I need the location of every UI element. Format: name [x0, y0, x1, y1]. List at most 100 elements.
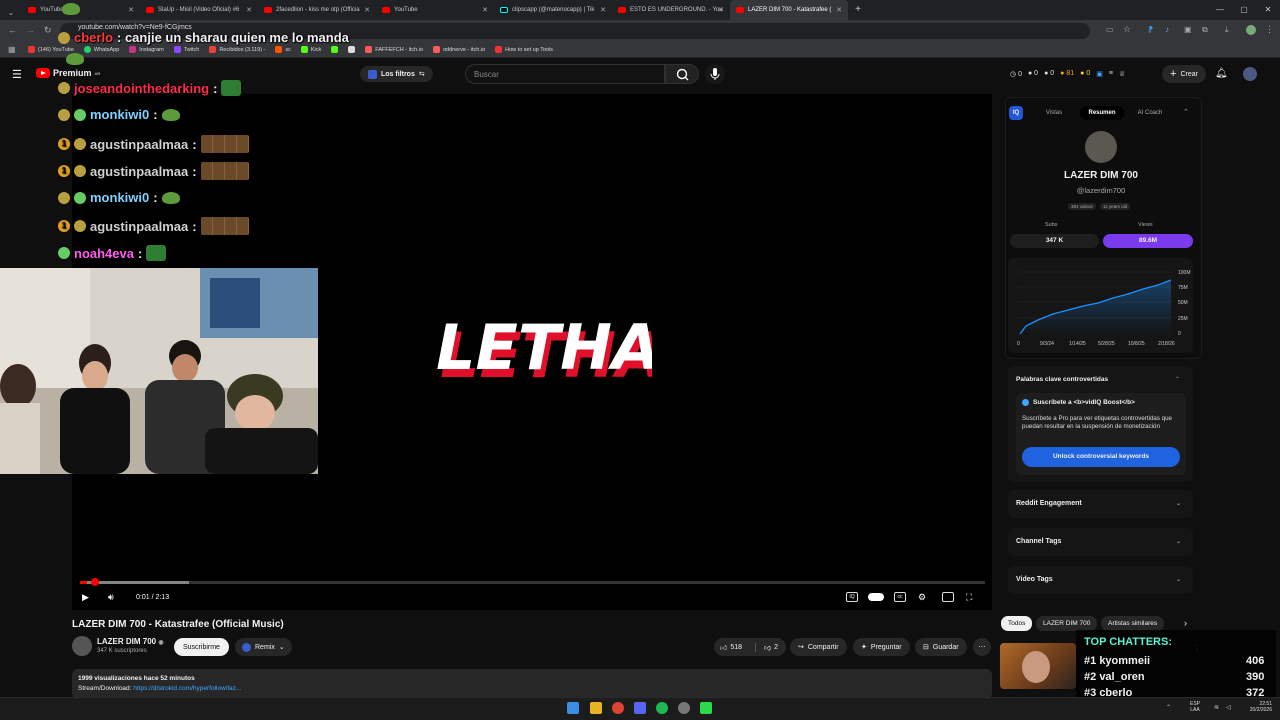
maximize-icon[interactable]: ▢ [1232, 0, 1256, 20]
trophy-icon[interactable]: ♕ [1119, 70, 1125, 78]
filters-button[interactable]: Los filtros ⇆ [360, 66, 433, 82]
bookmark-item[interactable]: sc [275, 46, 291, 53]
browser-tab[interactable]: clipscapp (@matenocapp) | Tik ✕ [494, 0, 612, 20]
wifi-icon[interactable]: ≋ [1214, 704, 1219, 711]
discord-icon[interactable] [634, 702, 646, 714]
bookmark-item[interactable] [348, 46, 356, 53]
browser-tab[interactable]: ESTO ES UNDERGROUND. - You ✕ [612, 0, 730, 20]
extension-icon[interactable]: ▣ [1184, 25, 1192, 34]
close-icon[interactable]: ✕ [718, 6, 724, 14]
kick-app-icon[interactable] [700, 702, 712, 714]
bookmark-item[interactable]: oddnerve - itch.io [432, 46, 485, 53]
bookmark-item[interactable]: How to set up Tools [495, 46, 553, 53]
file-explorer-icon[interactable] [590, 702, 602, 714]
progress-bar[interactable] [80, 578, 985, 586]
hamburger-menu-icon[interactable]: ☰ [12, 68, 22, 81]
browser-tab[interactable]: YouTube ✕ [376, 0, 494, 20]
close-icon[interactable]: ✕ [600, 6, 606, 14]
close-icon[interactable]: ✕ [482, 6, 488, 14]
chevron-up-icon[interactable]: ⌃ [1183, 108, 1189, 116]
channel-name[interactable]: LAZER DIM 700 ◉ [97, 637, 164, 646]
subscribe-button[interactable]: Suscribirme [174, 638, 229, 656]
chevron-right-icon[interactable]: › [1184, 618, 1187, 628]
bookmark-item[interactable]: Instagram [129, 46, 164, 53]
notifications-bell-icon[interactable]: 🔔︎ [1215, 68, 1228, 79]
reload-icon[interactable]: ↻ [44, 25, 52, 36]
play-button[interactable]: ▶ [82, 590, 89, 604]
tray-chevron-icon[interactable]: ⌃ [1166, 704, 1171, 711]
lines-icon[interactable]: ≡ [1109, 70, 1113, 78]
apps-grid-icon[interactable]: ▦ [8, 45, 16, 54]
channel-avatar[interactable] [72, 636, 92, 656]
create-button[interactable]: + Crear [1162, 65, 1206, 83]
chrome-icon[interactable] [612, 702, 624, 714]
bookmark-item[interactable]: Kick [300, 46, 321, 53]
extensions-puzzle-icon[interactable]: ⧉ [1202, 25, 1208, 35]
subs-stat-button[interactable]: 347 K [1010, 234, 1099, 248]
forward-icon[interactable]: → [26, 25, 35, 35]
bookmark-item[interactable]: Recibidos (3.119) - [209, 46, 265, 53]
views-stat-button[interactable]: 89.6M [1103, 234, 1193, 248]
volume-icon[interactable]: 🔊︎ [108, 590, 114, 604]
bookmark-item[interactable] [331, 46, 339, 53]
account-avatar[interactable] [1243, 67, 1257, 81]
chip-similar-artists[interactable]: Artistas similares [1101, 616, 1165, 631]
miniplayer-icon[interactable] [942, 590, 954, 604]
language-indicator[interactable]: ESP LAA [1190, 701, 1200, 713]
progress-scrubber[interactable] [90, 578, 99, 586]
menu-kebab-icon[interactable]: ⋮ [1265, 24, 1274, 35]
close-icon[interactable]: ✕ [246, 6, 252, 14]
profile-avatar[interactable] [1246, 25, 1256, 35]
downloads-icon[interactable]: ⤓ [1225, 25, 1229, 35]
extension-icon[interactable]: ♪ [1165, 25, 1169, 34]
vidiq-tab-ai-coach[interactable]: AI Coach [1128, 106, 1172, 120]
distrokid-link[interactable]: https://distrokid.com/hyperfollow/laz... [133, 685, 241, 692]
description-box[interactable]: 1999 visualizaciones hace 52 minutos Str… [72, 669, 992, 699]
new-tab-button[interactable]: + [848, 0, 868, 20]
fullscreen-icon[interactable]: ⛶ [966, 590, 972, 604]
video-tags-panel[interactable]: Video Tags ⌄ [1008, 566, 1193, 594]
minimize-icon[interactable]: — [1208, 0, 1232, 20]
dislike-button[interactable]: 👎︎ 2 [760, 643, 778, 652]
youtube-premium-logo[interactable]: Premium AR [36, 68, 100, 78]
vidiq-player-icon[interactable]: IQ [846, 590, 858, 604]
cast-icon[interactable]: ▭ [1106, 25, 1114, 34]
vidiq-badge-icon[interactable]: ▣ [1096, 70, 1103, 78]
autoplay-toggle[interactable] [868, 590, 884, 604]
voice-search-button[interactable] [705, 64, 725, 84]
tab-search-button[interactable]: ⌄ [0, 2, 22, 20]
bookmark-item[interactable]: FAFFEFCH - itch.io [365, 46, 423, 53]
vidiq-tab-resumen[interactable]: Resumen [1080, 106, 1124, 120]
bookmark-star-icon[interactable]: ☆ [1123, 24, 1131, 35]
close-icon[interactable]: ✕ [364, 6, 370, 14]
settings-gear-icon[interactable]: ⚙ [918, 590, 926, 604]
browser-tab[interactable]: YouTube ✕ [22, 0, 140, 20]
bookmark-item[interactable]: Twitch [173, 46, 199, 53]
remix-button[interactable]: Remix ⌄ [235, 638, 292, 656]
close-icon[interactable]: ✕ [836, 6, 842, 14]
spotify-icon[interactable] [656, 702, 668, 714]
like-button[interactable]: 👍︎ 518 [714, 642, 756, 652]
browser-tab-active[interactable]: LAZER DIM 700 - Katastrafee (✕ [730, 0, 848, 20]
search-input[interactable]: Buscar [465, 64, 665, 84]
extension-icon[interactable]: ⁋ [1148, 25, 1153, 34]
ask-button[interactable]: ✦ Preguntar [853, 638, 910, 656]
bookmark-item[interactable]: (146) YouTube [28, 46, 74, 53]
chip-todos[interactable]: Todos [1001, 616, 1033, 631]
close-window-icon[interactable]: ✕ [1256, 0, 1280, 20]
bookmark-item[interactable]: WhatsApp [83, 46, 119, 53]
clock[interactable]: 22:51 20/2/2026 [1240, 701, 1272, 713]
vidiq-tab-vistas[interactable]: Vistas [1032, 106, 1076, 120]
search-button[interactable] [665, 64, 699, 84]
volume-tray-icon[interactable]: ◁ [1226, 704, 1231, 711]
chip-channel[interactable]: LAZER DIM 700 [1036, 616, 1098, 631]
windows-start-icon[interactable] [567, 702, 579, 714]
close-icon[interactable]: ✕ [128, 6, 134, 14]
chevron-up-icon[interactable]: ⌃ [1175, 376, 1180, 383]
channel-tags-panel[interactable]: Channel Tags ⌄ [1008, 528, 1193, 556]
recommended-video-thumbnail[interactable] [1000, 643, 1076, 689]
share-button[interactable]: ↪ Compartir [790, 638, 847, 656]
browser-tab[interactable]: SlaUp - Misil (Video Oficial) #6 ✕ [140, 0, 258, 20]
app-icon[interactable] [678, 702, 690, 714]
browser-tab[interactable]: 2facedlion - kiss me otp (Officia ✕ [258, 0, 376, 20]
